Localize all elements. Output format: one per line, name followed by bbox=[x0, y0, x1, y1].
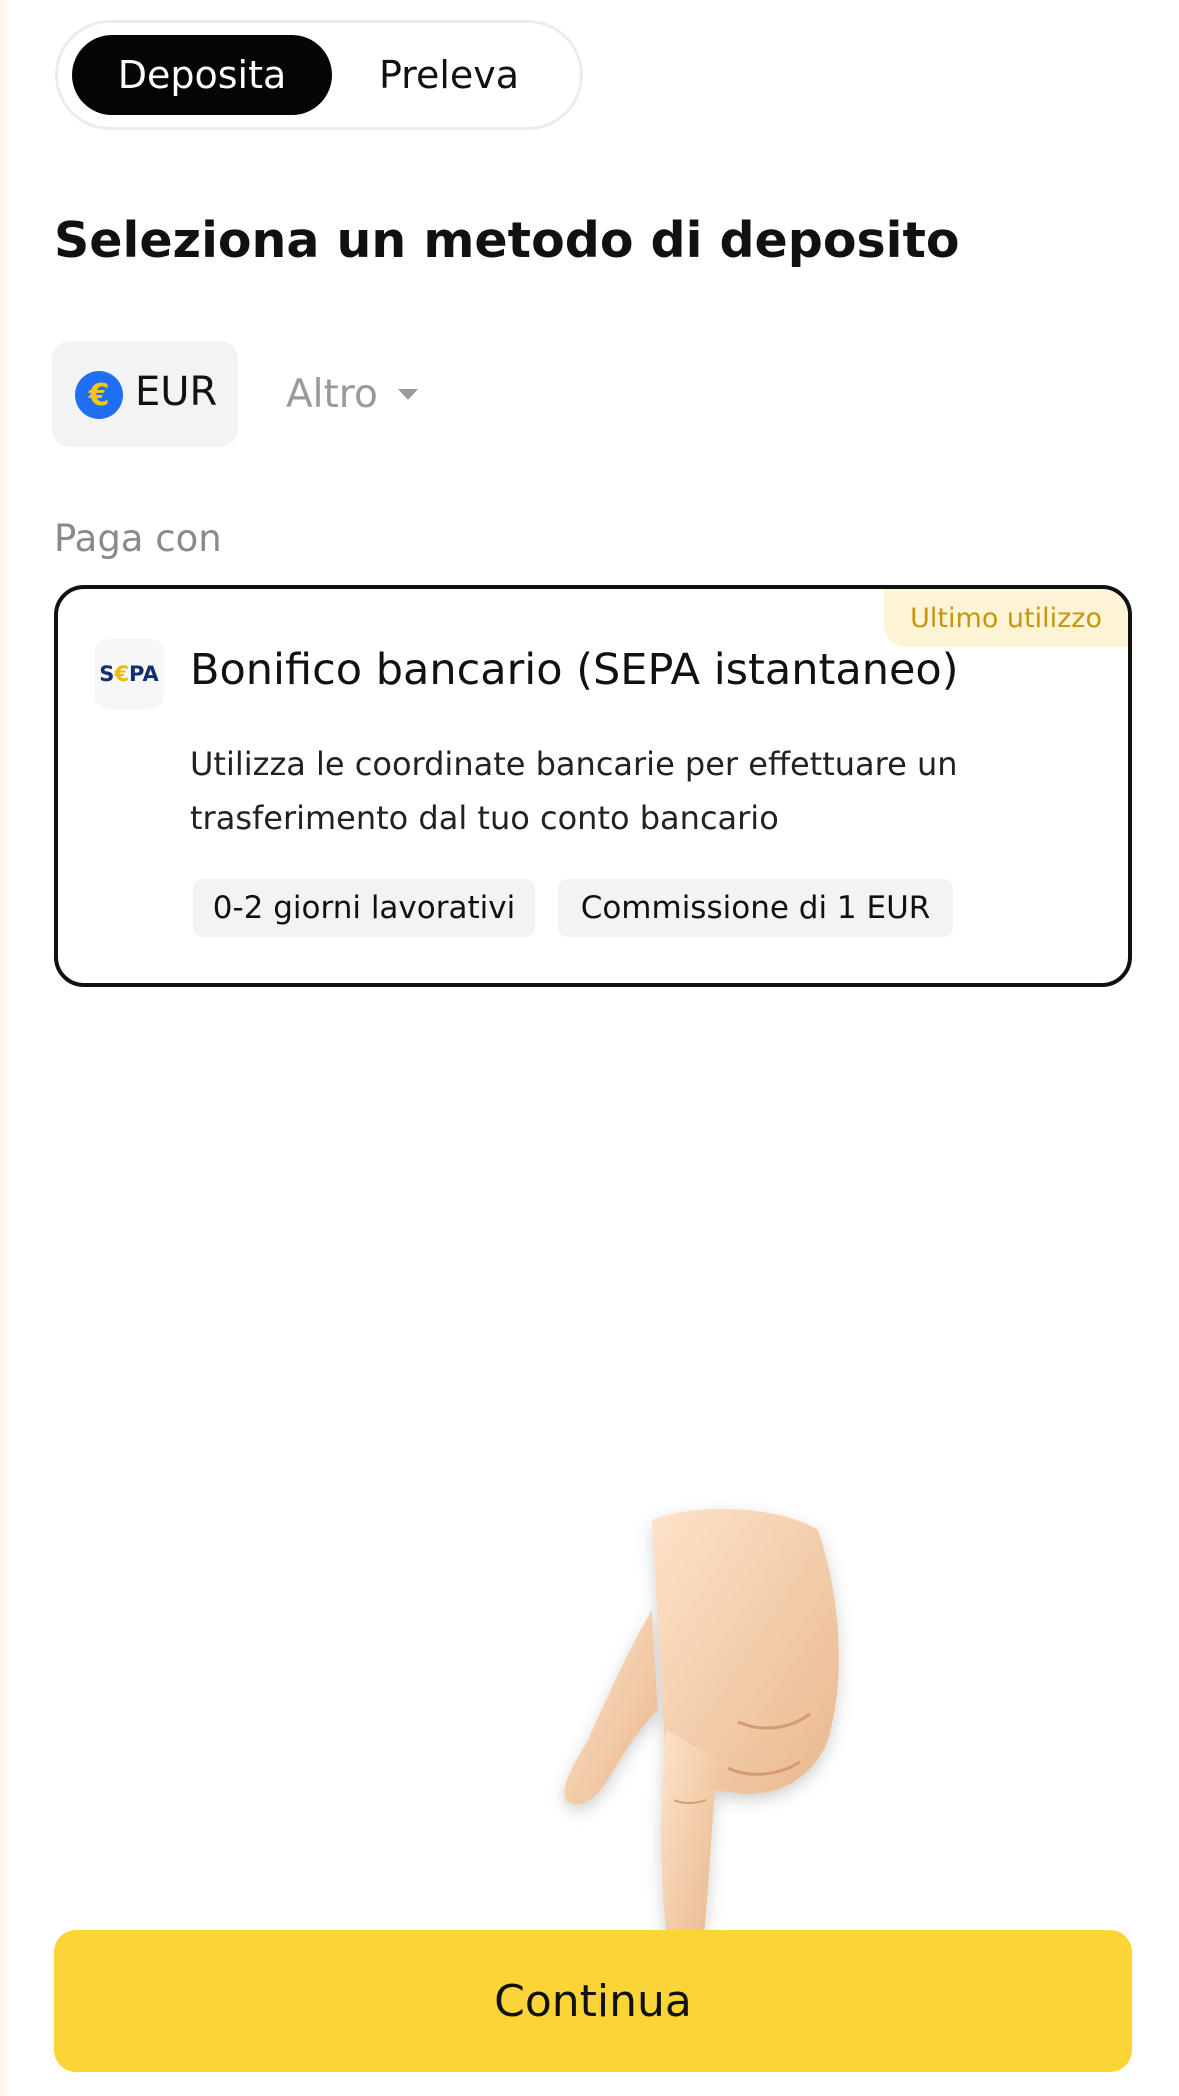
other-currency-label: Altro bbox=[286, 371, 378, 417]
deposit-withdraw-toggle: Deposita Preleva bbox=[55, 20, 583, 130]
currency-chip-eur[interactable]: € EUR bbox=[52, 341, 238, 447]
fee-tag: Commissione di 1 EUR bbox=[558, 879, 953, 937]
last-used-badge: Ultimo utilizzo bbox=[884, 589, 1128, 647]
page-title: Seleziona un metodo di deposito bbox=[54, 212, 960, 269]
euro-icon: € bbox=[75, 371, 123, 419]
continue-button[interactable]: Continua bbox=[54, 1930, 1132, 2072]
sepa-logo-icon: S € PA bbox=[94, 639, 164, 709]
pay-with-label: Paga con bbox=[54, 517, 222, 560]
method-title: Bonifico bancario (SEPA istantaneo) bbox=[190, 645, 959, 695]
method-description: Utilizza le coordinate bancarie per effe… bbox=[190, 745, 958, 837]
tab-withdraw[interactable]: Preleva bbox=[334, 35, 564, 115]
tab-deposit[interactable]: Deposita bbox=[72, 35, 332, 115]
processing-time-tag: 0-2 giorni lavorativi bbox=[193, 879, 535, 937]
other-currency-dropdown[interactable]: Altro bbox=[286, 366, 418, 422]
background-edge bbox=[0, 0, 10, 2096]
caret-down-icon bbox=[397, 388, 418, 400]
pointing-hand-icon bbox=[564, 1508, 839, 1949]
currency-code: EUR bbox=[135, 369, 218, 415]
payment-method-card-sepa[interactable]: Ultimo utilizzo S € PA Bonifico bancario (… bbox=[54, 585, 1132, 987]
